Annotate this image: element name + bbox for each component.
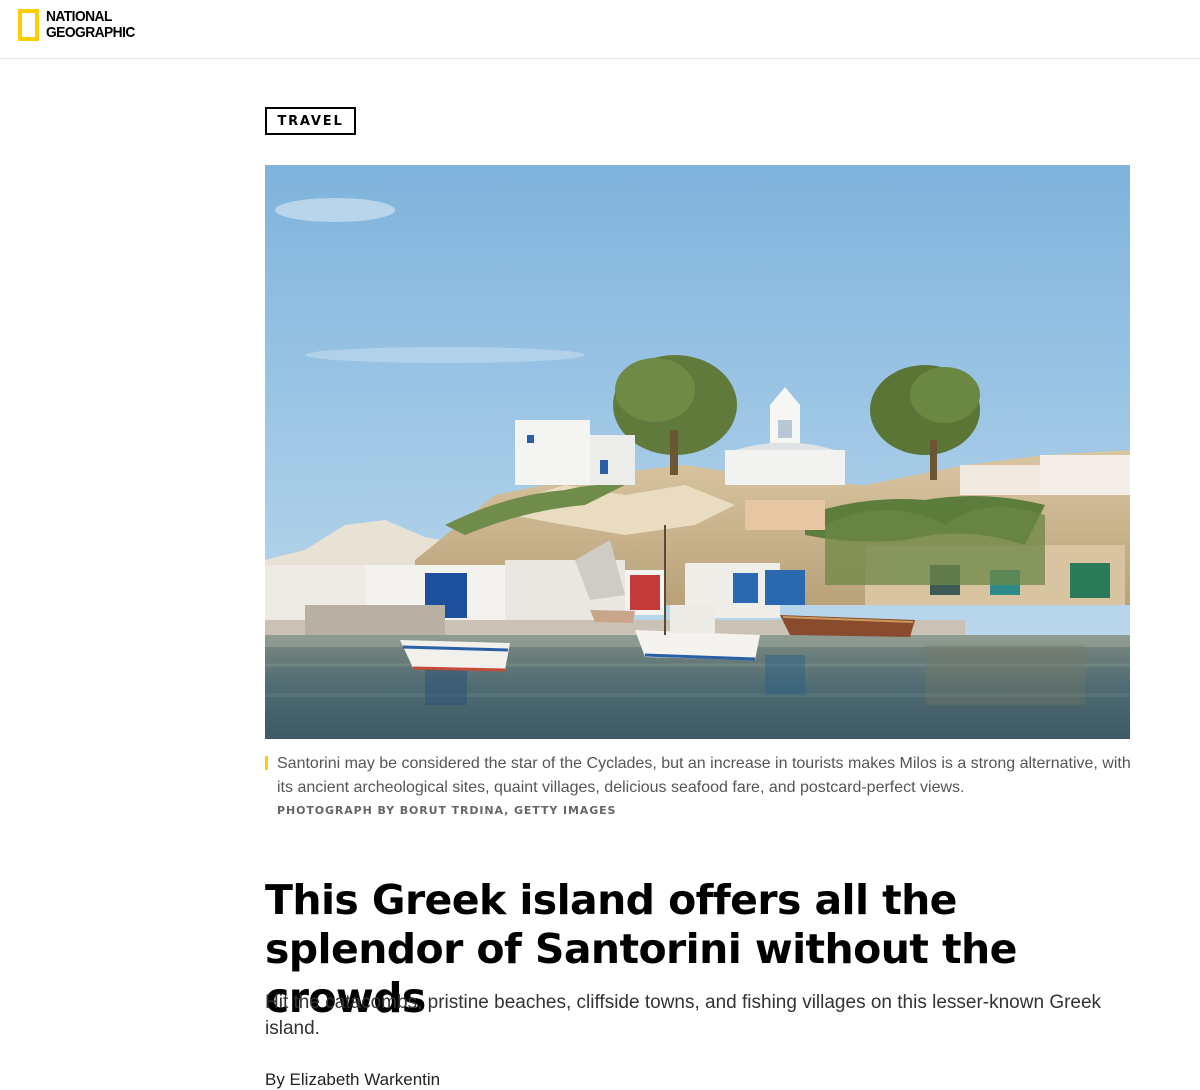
site-header: NATIONAL GEOGRAPHIC [0, 0, 1200, 59]
photo-credit: PHOTOGRAPH BY BORUT TRDINA, GETTY IMAGES [277, 804, 617, 817]
logo-line-2: GEOGRAPHIC [46, 24, 135, 41]
section-tag-travel[interactable]: TRAVEL [265, 107, 356, 135]
national-geographic-logo[interactable]: NATIONAL GEOGRAPHIC [18, 9, 143, 41]
caption-text: Santorini may be considered the star of … [277, 755, 1131, 796]
photo-caption: Santorini may be considered the star of … [265, 752, 1135, 817]
logo-wordmark: NATIONAL GEOGRAPHIC [46, 9, 135, 41]
harbor-photo-illustration [265, 165, 1130, 739]
logo-line-1: NATIONAL [46, 8, 112, 25]
article-byline[interactable]: By Elizabeth Warkentin [265, 1070, 440, 1090]
caption-accent-bar [265, 756, 268, 770]
hero-image [265, 165, 1130, 739]
article-dek: Hit the catacombs, pristine beaches, cli… [265, 992, 1102, 1039]
yellow-border-icon [18, 9, 39, 41]
